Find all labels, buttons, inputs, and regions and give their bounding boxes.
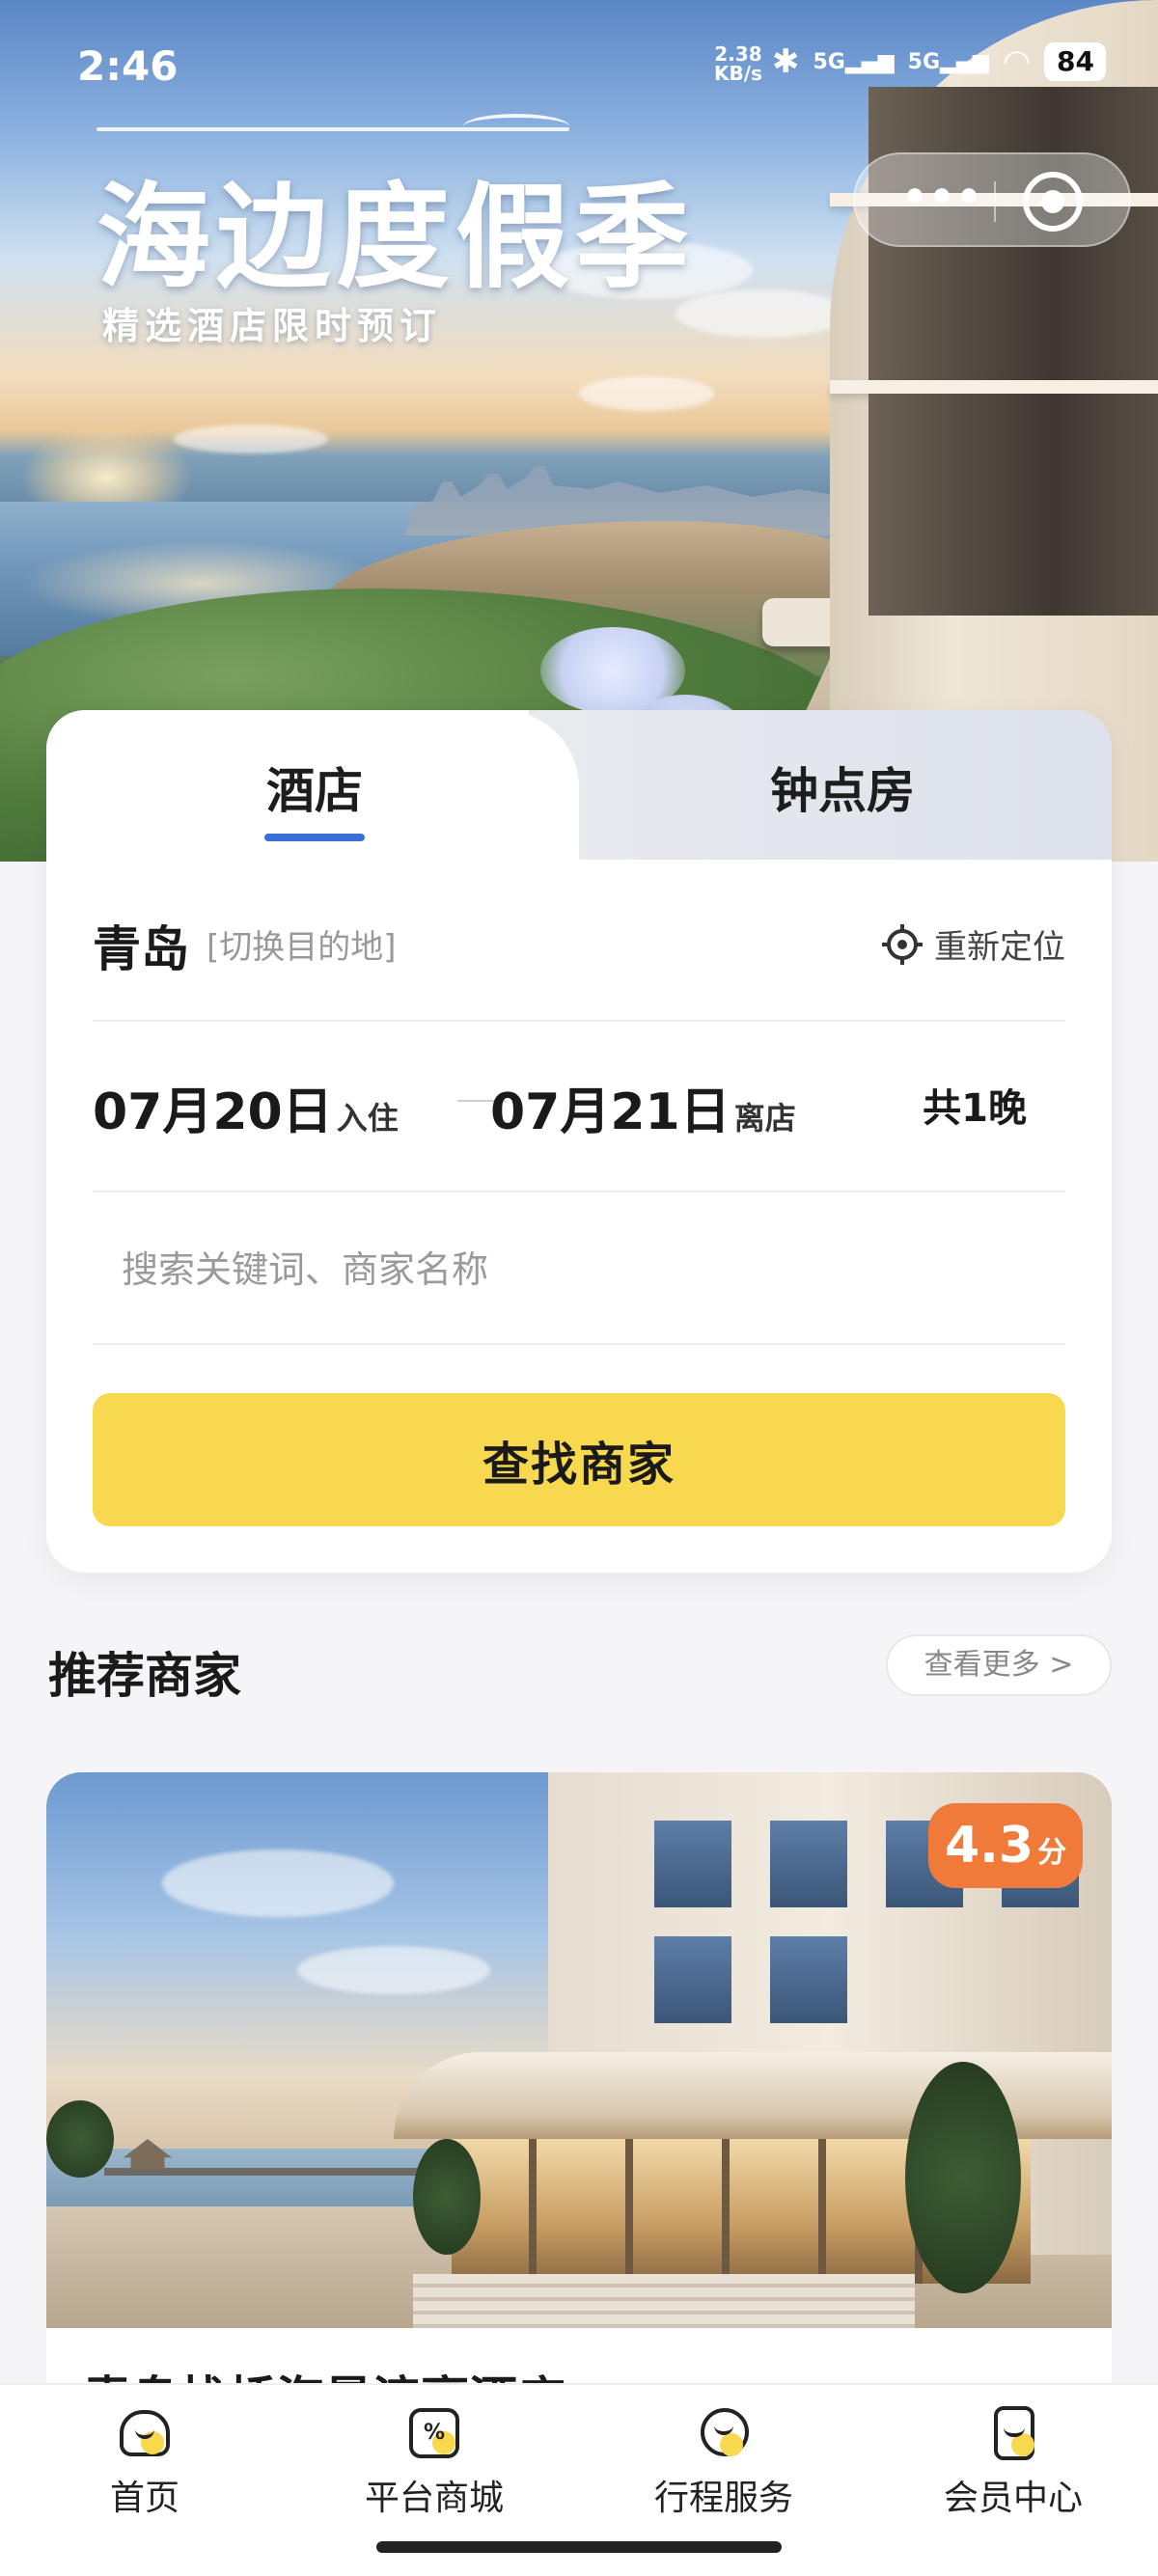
view-more-button[interactable]: 查看更多 > bbox=[886, 1634, 1112, 1696]
more-icon[interactable]: ••• bbox=[894, 174, 990, 230]
signal-icon: 5G▂▄▆ bbox=[907, 49, 989, 74]
status-time: 2:46 bbox=[77, 42, 179, 90]
divider bbox=[93, 1191, 1065, 1192]
section-title: 推荐商家 bbox=[48, 1648, 241, 1704]
checkout-date[interactable]: 07月21日 离店 bbox=[490, 1071, 796, 1143]
capsule-divider bbox=[994, 181, 996, 222]
close-target-icon[interactable] bbox=[1023, 172, 1083, 232]
cloud bbox=[579, 376, 714, 411]
tab-label: 平台商城 bbox=[364, 2479, 504, 2518]
status-icons: ✱ 5G▂▄▆ 5G▂▄▆ ◠ 84 bbox=[772, 42, 1107, 81]
relocate-button[interactable]: 重新定位 bbox=[882, 920, 1065, 968]
tab-label: 行程服务 bbox=[653, 2479, 793, 2518]
entrance-steps bbox=[413, 2274, 915, 2328]
city-name[interactable]: 青岛 bbox=[93, 911, 189, 980]
divider bbox=[93, 1020, 1065, 1022]
hero-title: 海边度假季 bbox=[96, 170, 696, 304]
booking-card: 钟点房 酒店 青岛 [切换目的地] 重新定位 07月20日 入住 07月21日 离店… bbox=[46, 710, 1112, 1573]
net-speed: 2.38 KB/s bbox=[714, 44, 762, 83]
rating-value: 4.3 bbox=[944, 1817, 1034, 1875]
nights-count: 共1晚 bbox=[923, 1086, 1027, 1131]
tab-hotel[interactable]: 酒店 bbox=[46, 710, 579, 860]
tab-label: 会员中心 bbox=[943, 2479, 1083, 2518]
relocate-label: 重新定位 bbox=[934, 928, 1065, 967]
switch-destination-link[interactable]: [切换目的地] bbox=[207, 920, 397, 968]
tab-label: 钟点房 bbox=[770, 763, 915, 819]
booking-tabs: 钟点房 酒店 bbox=[46, 710, 1112, 860]
rating-badge: 4.3 分 bbox=[928, 1803, 1083, 1888]
active-tab-indicator bbox=[264, 834, 365, 841]
home-icon bbox=[116, 2404, 174, 2462]
destination-row: 青岛 [切换目的地] 重新定位 bbox=[93, 911, 1065, 978]
pine-tree bbox=[46, 2100, 114, 2178]
locate-icon bbox=[882, 923, 923, 965]
bluetooth-icon: ✱ bbox=[772, 42, 800, 81]
hotel-card[interactable]: 4.3分 青岛栈桥海景滨豪酒店 bbox=[46, 1772, 1112, 2390]
trip-icon bbox=[695, 2404, 753, 2462]
cloud bbox=[676, 289, 849, 338]
tab-label: 首页 bbox=[109, 2479, 179, 2518]
tab-label: 酒店 bbox=[266, 763, 363, 819]
checkin-date-value: 07月20日 bbox=[93, 1083, 333, 1141]
tab-trip[interactable]: 行程服务 bbox=[627, 2404, 820, 2520]
member-icon bbox=[984, 2404, 1042, 2462]
cloud bbox=[174, 425, 328, 453]
net-speed-unit: KB/s bbox=[714, 62, 762, 85]
net-speed-value: 2.38 bbox=[714, 42, 762, 66]
divider bbox=[93, 1343, 1065, 1345]
checkout-tag: 离店 bbox=[733, 1100, 796, 1137]
keyword-search-input[interactable] bbox=[93, 1231, 1065, 1308]
home-indicator[interactable] bbox=[376, 2541, 782, 2553]
tab-mall[interactable]: % 平台商城 bbox=[338, 2404, 531, 2520]
signal-icon: 5G▂▄▆ bbox=[813, 49, 895, 74]
tab-home[interactable]: 首页 bbox=[48, 2404, 241, 2520]
checkin-date[interactable]: 07月20日 入住 bbox=[93, 1071, 399, 1143]
wifi-icon: ◠ bbox=[1002, 42, 1032, 81]
tab-hourly-room[interactable]: 钟点房 bbox=[529, 710, 1112, 860]
battery-icon: 84 bbox=[1044, 42, 1107, 81]
find-merchant-button[interactable]: 查找商家 bbox=[93, 1393, 1065, 1526]
status-bar: 2:46 2.38 KB/s ✱ 5G▂▄▆ 5G▂▄▆ ◠ 84 bbox=[0, 0, 1158, 116]
miniprogram-capsule: ••• bbox=[853, 152, 1131, 247]
mall-icon: % bbox=[405, 2404, 463, 2462]
keyword-search bbox=[93, 1231, 1065, 1308]
pine-tree bbox=[905, 2062, 1021, 2293]
checkout-date-value: 07月21日 bbox=[490, 1083, 731, 1141]
checkin-tag: 入住 bbox=[336, 1100, 399, 1137]
hero-subtitle: 精选酒店限时预订 bbox=[102, 305, 443, 347]
date-row[interactable]: 07月20日 入住 07月21日 离店 共1晚 bbox=[93, 1071, 1065, 1141]
rating-unit: 分 bbox=[1037, 1836, 1067, 1870]
tab-member[interactable]: 会员中心 bbox=[917, 2404, 1110, 2520]
title-ornament-wave bbox=[463, 114, 569, 139]
pine-tree bbox=[413, 2139, 481, 2255]
pavilion bbox=[124, 2139, 172, 2170]
